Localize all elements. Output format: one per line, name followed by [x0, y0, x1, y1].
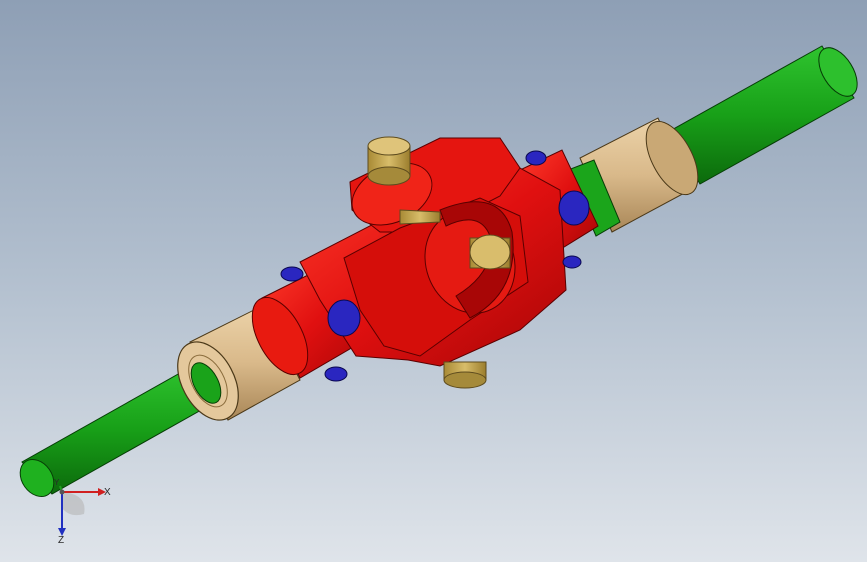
front-pin[interactable] — [469, 234, 511, 270]
bolt-left-front[interactable] — [327, 299, 361, 337]
bolt-right-bottom[interactable] — [562, 255, 582, 269]
bolt-right-front[interactable] — [558, 190, 590, 226]
axis-triad: X Y Z — [40, 478, 120, 548]
right-shaft[interactable] — [667, 41, 865, 185]
bottom-pin[interactable] — [443, 361, 487, 389]
bolt-left-top[interactable] — [280, 266, 304, 282]
bolt-left-bottom[interactable] — [324, 366, 348, 382]
center-pin[interactable] — [399, 209, 441, 225]
axis-z-label: Z — [58, 535, 65, 546]
graphics-viewport[interactable]: X Y Z — [0, 0, 867, 562]
axis-x-label: X — [104, 487, 111, 498]
top-pin[interactable] — [367, 136, 411, 186]
axis-y-label: Y — [54, 478, 60, 487]
universal-joint-model[interactable] — [0, 0, 867, 562]
bolt-right-top[interactable] — [525, 150, 547, 166]
